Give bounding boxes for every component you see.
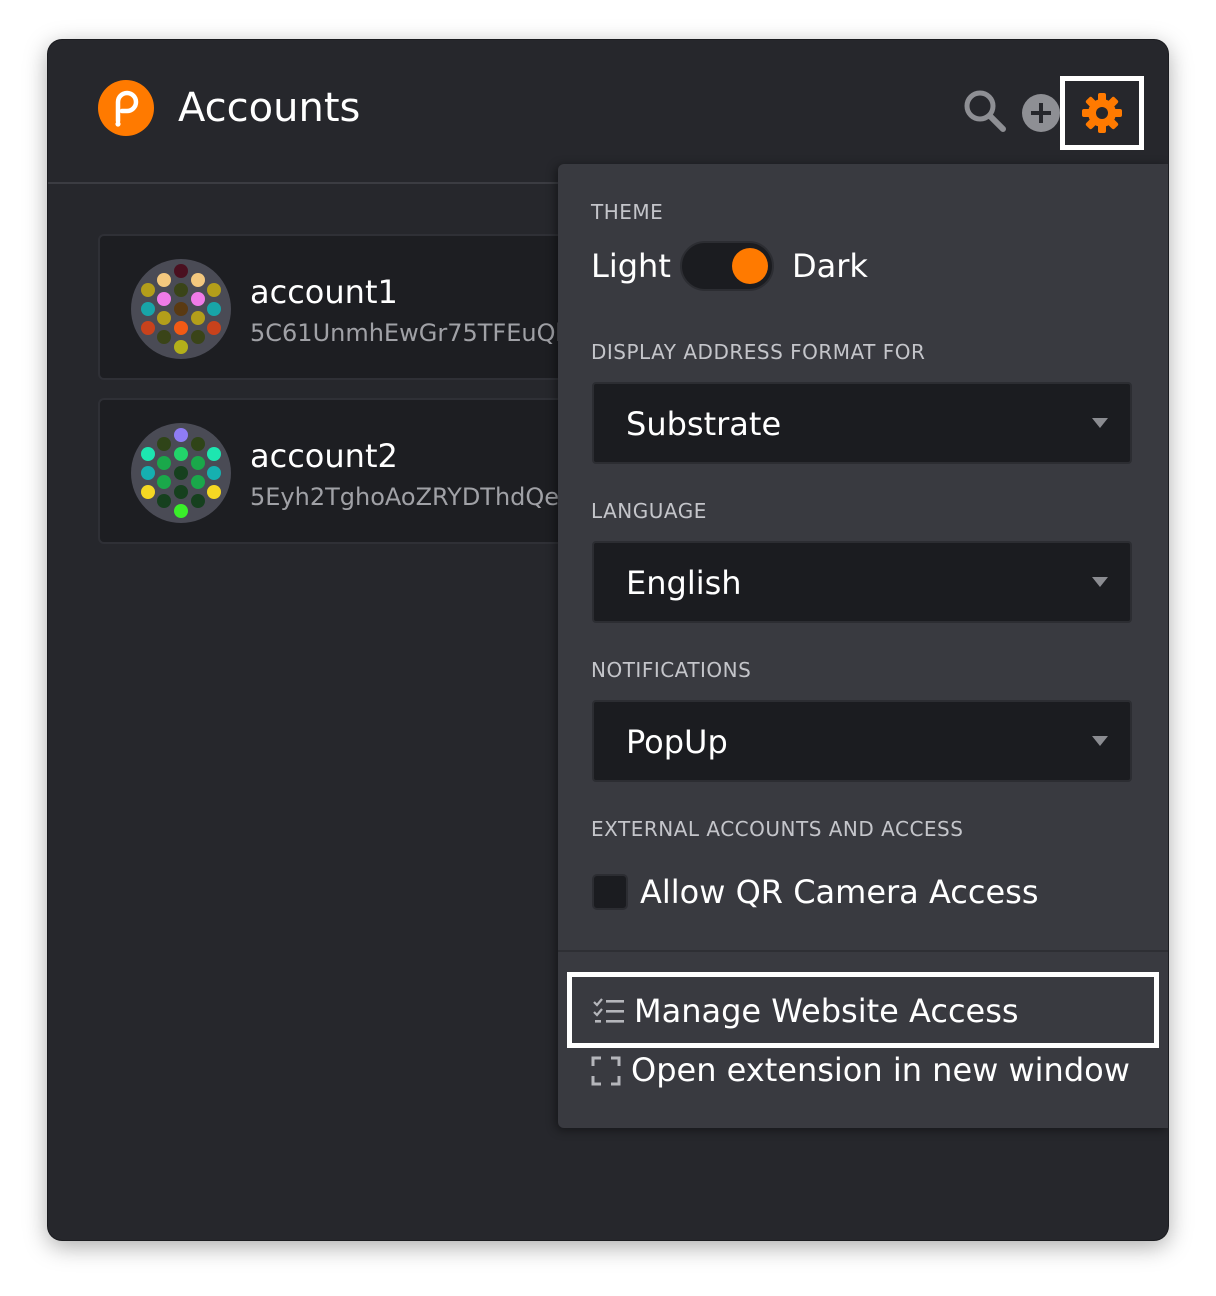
- theme-light-label: Light: [591, 247, 671, 285]
- menu-divider: [558, 950, 1168, 952]
- chevron-down-icon: [1092, 418, 1108, 428]
- account-card[interactable]: account2 5Eyh2TghoAoZRYDThdQe9x: [98, 398, 638, 544]
- manage-website-access-label: Manage Website Access: [634, 992, 1019, 1030]
- open-new-window-button[interactable]: Open extension in new window: [591, 1048, 1151, 1098]
- notifications-label: NOTIFICATIONS: [591, 658, 752, 682]
- search-icon[interactable]: [962, 88, 1008, 134]
- qr-camera-checkbox[interactable]: [592, 874, 628, 910]
- chevron-down-icon: [1092, 736, 1108, 746]
- external-accounts-label: EXTERNAL ACCOUNTS AND ACCESS: [591, 817, 964, 841]
- gear-icon: [1082, 93, 1122, 133]
- theme-label: THEME: [591, 200, 664, 224]
- toggle-knob: [732, 248, 768, 284]
- account-name: account2: [250, 437, 398, 475]
- add-account-button[interactable]: [1020, 92, 1062, 134]
- identicon-avatar: [131, 423, 231, 523]
- address-format-select[interactable]: Substrate: [592, 382, 1132, 464]
- account-address: 5Eyh2TghoAoZRYDThdQe9x: [250, 483, 589, 511]
- address-format-label: DISPLAY ADDRESS FORMAT FOR: [591, 340, 926, 364]
- extension-window: Accounts account1 5C61UnmhEwGr75TFEuQhT …: [48, 40, 1168, 1240]
- account-name: account1: [250, 273, 398, 311]
- settings-button[interactable]: [1060, 76, 1144, 150]
- open-new-window-label: Open extension in new window: [631, 1051, 1130, 1089]
- polkadot-logo-icon: [98, 80, 154, 136]
- expand-icon: [591, 1056, 621, 1086]
- notifications-value: PopUp: [626, 723, 728, 761]
- account-address: 5C61UnmhEwGr75TFEuQhT: [250, 319, 586, 347]
- qr-camera-label[interactable]: Allow QR Camera Access: [640, 872, 1038, 912]
- account-card[interactable]: account1 5C61UnmhEwGr75TFEuQhT: [98, 234, 638, 380]
- language-value: English: [626, 564, 742, 602]
- chevron-down-icon: [1092, 577, 1108, 587]
- theme-dark-label: Dark: [792, 247, 868, 285]
- address-format-value: Substrate: [626, 405, 782, 443]
- page-title: Accounts: [178, 85, 361, 131]
- theme-toggle[interactable]: [680, 241, 774, 291]
- list-check-icon: [593, 998, 624, 1023]
- header: Accounts: [48, 40, 1168, 184]
- settings-menu: THEME Light Dark DISPLAY ADDRESS FORMAT …: [558, 164, 1168, 1128]
- language-label: LANGUAGE: [591, 499, 707, 523]
- manage-website-access-button[interactable]: Manage Website Access: [567, 972, 1159, 1048]
- notifications-select[interactable]: PopUp: [592, 700, 1132, 782]
- language-select[interactable]: English: [592, 541, 1132, 623]
- identicon-avatar: [131, 259, 231, 359]
